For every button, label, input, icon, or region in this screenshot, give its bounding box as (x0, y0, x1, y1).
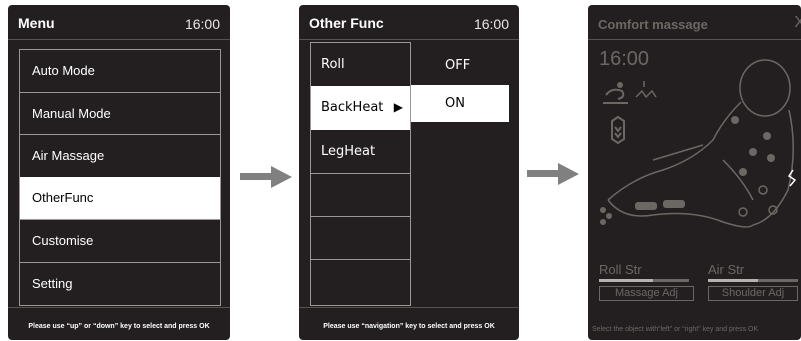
shoulder-adj-button[interactable]: Shoulder Adj (708, 286, 798, 301)
menu-hint: Please use “up” or “down” key to select … (28, 323, 210, 330)
menu-item-customise[interactable]: Customise (20, 219, 220, 261)
comfort-header: Comfort massage X (588, 5, 801, 40)
pointer-triangle-icon: ▶ (393, 100, 403, 114)
option-on[interactable]: ON (411, 85, 509, 122)
menu-header: Menu 16:00 (8, 5, 230, 40)
arrow-right-icon (527, 163, 579, 185)
menu-footer: Please use “up” or “down” key to select … (8, 307, 230, 340)
func-item-empty (311, 259, 410, 302)
comfort-title: Comfort massage (598, 17, 708, 32)
menu-title: Menu (18, 15, 55, 31)
function-list: Roll BackHeat ▶ LegHeat (310, 42, 411, 306)
menu-item-air-massage[interactable]: Air Massage (20, 134, 220, 176)
massage-body-figure-icon (600, 59, 797, 228)
menu-list: Auto Mode Manual Mode Air Massage OtherF… (19, 49, 221, 306)
func-item-roll[interactable]: Roll (311, 43, 410, 86)
roll-strength-label: Roll Str (599, 262, 642, 277)
other-func-title: Other Func (309, 15, 384, 31)
clock: 16:00 (184, 16, 220, 32)
menu-item-auto-mode[interactable]: Auto Mode (20, 50, 220, 92)
func-item-backheat[interactable]: BackHeat ▶ (311, 86, 410, 130)
menu-screen: Menu 16:00 Auto Mode Manual Mode Air Mas… (8, 5, 230, 340)
other-func-hint: Please use “navigation” key to select an… (323, 323, 495, 330)
massage-adj-button[interactable]: Massage Adj (599, 286, 694, 301)
func-item-empty (311, 173, 410, 216)
clock: 16:00 (473, 16, 509, 32)
close-icon[interactable]: X (794, 14, 801, 32)
menu-item-other-func[interactable]: OtherFunc (20, 177, 220, 219)
option-off[interactable]: OFF (411, 47, 509, 84)
func-item-label: BackHeat (321, 100, 384, 115)
roll-strength-bar[interactable] (599, 279, 689, 282)
air-strength-bar[interactable] (708, 279, 798, 282)
arrow-right-icon (240, 166, 292, 188)
air-strength-fill (708, 279, 758, 282)
comfort-massage-screen: Comfort massage X 16:00 Roll Str Air Str… (588, 5, 801, 340)
roll-strength-fill (599, 279, 653, 282)
other-func-header: Other Func 16:00 (299, 5, 519, 40)
air-strength-label: Air Str (708, 262, 745, 277)
other-func-footer: Please use “navigation” key to select an… (299, 307, 519, 340)
menu-item-setting[interactable]: Setting (20, 262, 220, 304)
menu-item-manual-mode[interactable]: Manual Mode (20, 92, 220, 134)
comfort-hint: Select the object with“left” or “right” … (592, 326, 759, 333)
other-func-screen: Other Func 16:00 Roll BackHeat ▶ LegHeat… (299, 5, 519, 340)
func-item-empty (311, 216, 410, 259)
func-item-legheat[interactable]: LegHeat (311, 130, 410, 173)
